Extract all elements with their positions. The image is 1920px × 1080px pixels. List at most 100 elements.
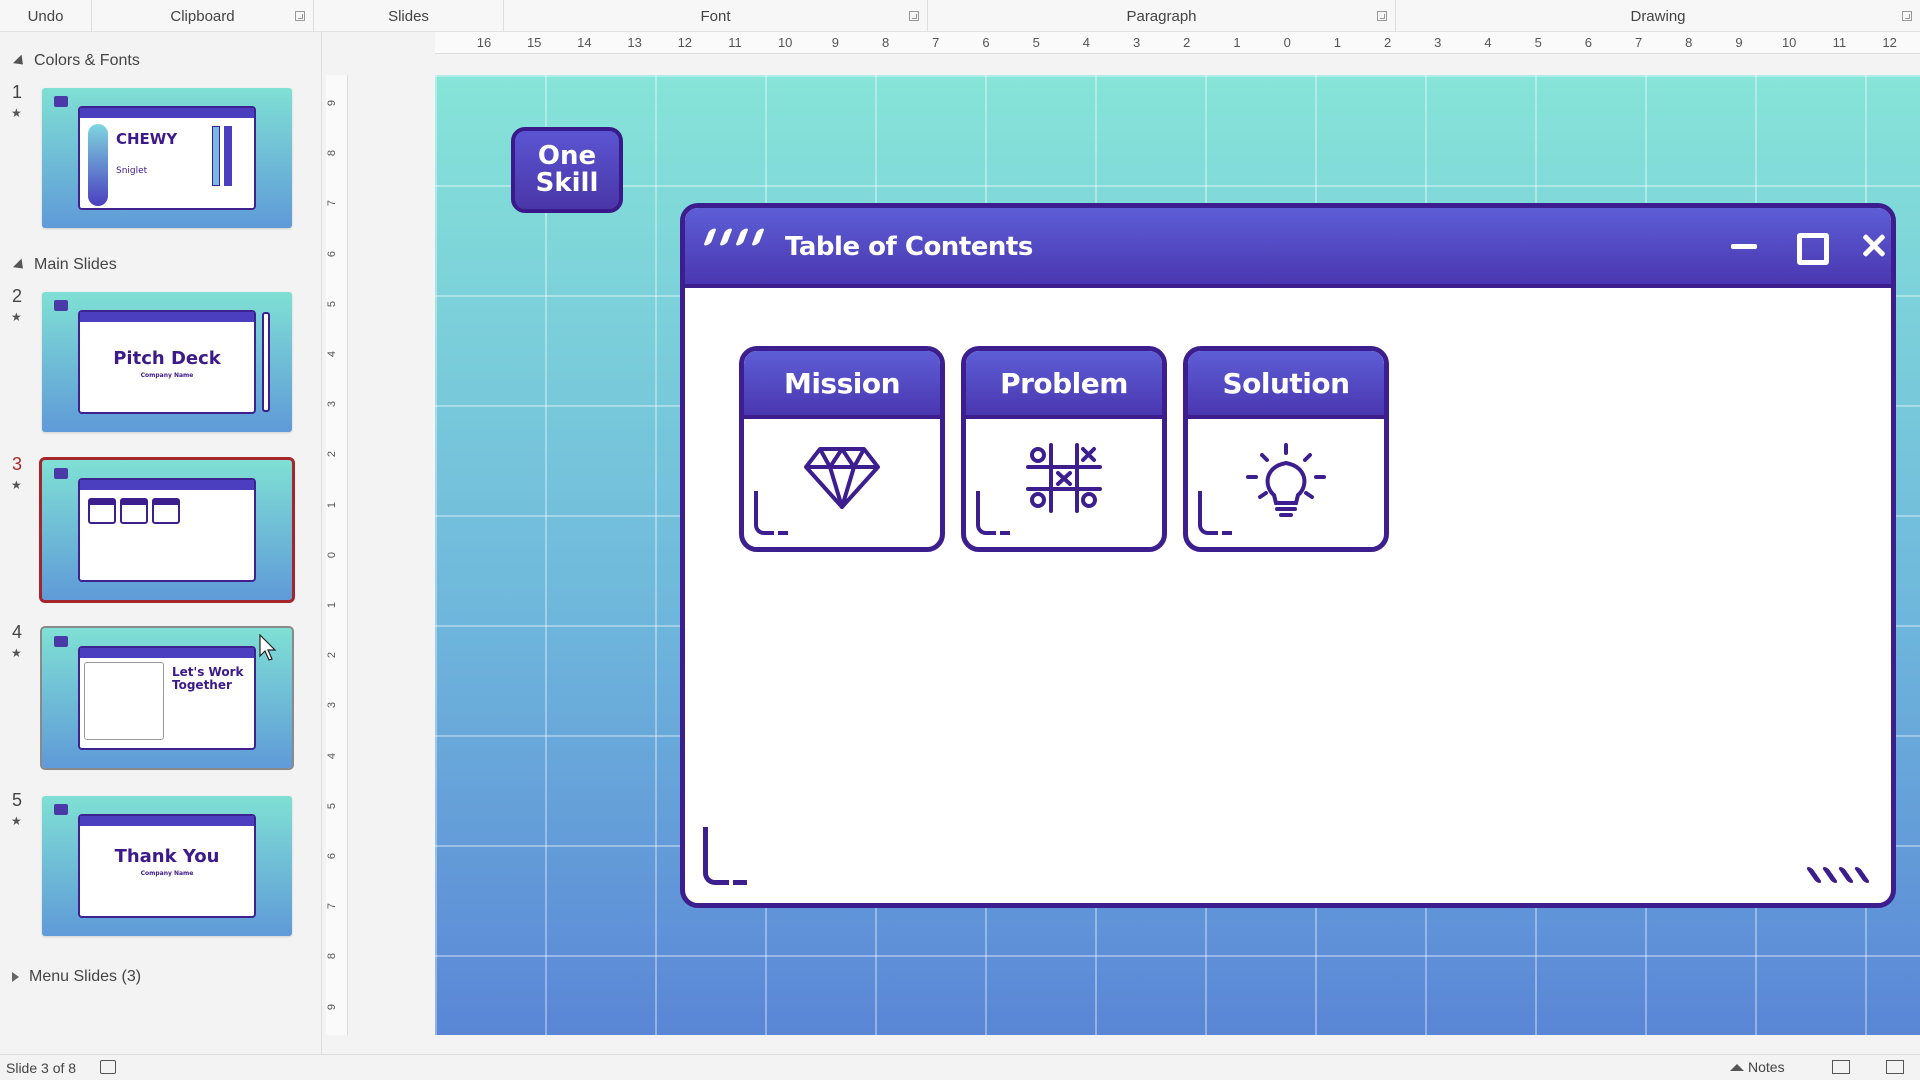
corner-decoration xyxy=(754,491,774,535)
ribbon-group-label: Slides xyxy=(388,7,429,25)
ruler-tick-label: 4 xyxy=(1484,35,1492,50)
ruler-tick-label: 7 xyxy=(326,903,339,910)
ruler-tick-label: 9 xyxy=(831,35,840,50)
toc-card-problem[interactable]: Problem xyxy=(961,346,1167,552)
chevron-up-icon xyxy=(1730,1063,1744,1071)
thumbnail-scrollbar xyxy=(262,312,270,412)
section-header-menu-slides[interactable]: Menu Slides (3) xyxy=(12,968,141,986)
ruler-tick-label: 5 xyxy=(326,300,339,307)
window-titlebar: Table of Contents xyxy=(685,208,1891,288)
slide-thumbnail-3[interactable] xyxy=(39,457,295,603)
thumbnail-subtitle: Company Name xyxy=(140,870,194,877)
section-header-colors-fonts[interactable]: Colors & Fonts xyxy=(12,52,140,70)
ruler-tick-label: 3 xyxy=(1434,35,1442,50)
slide-number: 2 xyxy=(12,286,23,306)
ruler-tick-label: 5 xyxy=(326,802,339,809)
ribbon-group-undo[interactable]: Undo xyxy=(0,0,92,32)
ribbon-group-paragraph[interactable]: Paragraph xyxy=(928,0,1396,32)
accessibility-book-icon[interactable] xyxy=(100,1060,116,1074)
slide-canvas[interactable]: One Skill Table of Contents Mission Prob… xyxy=(435,75,1920,1035)
swatch-bar xyxy=(212,126,220,186)
ribbon-group-label: Clipboard xyxy=(170,7,235,25)
lightbulb-icon xyxy=(1246,443,1326,517)
close-icon[interactable] xyxy=(1855,226,1891,266)
thumbnail-title: Thank You xyxy=(114,846,220,867)
maximize-icon[interactable] xyxy=(1789,226,1829,266)
normal-view-icon[interactable] xyxy=(1832,1060,1850,1074)
window-title: Table of Contents xyxy=(785,232,1033,262)
ruler-tick-label: 9 xyxy=(1735,35,1743,50)
notes-button[interactable]: Notes xyxy=(1730,1059,1785,1075)
window-corner-decoration xyxy=(703,827,729,885)
ribbon-group-labels: Undo Clipboard Slides Font Paragraph Dra… xyxy=(0,0,1920,32)
section-header-main-slides[interactable]: Main Slides xyxy=(12,256,117,274)
minimize-icon[interactable] xyxy=(1723,226,1763,266)
logo-text: One xyxy=(537,141,597,171)
ruler-tick-label: 6 xyxy=(326,852,339,860)
ruler-tick-label: 4 xyxy=(326,752,339,759)
mouse-cursor-icon xyxy=(259,634,277,661)
thumbnail-window: Thank You Company Name xyxy=(78,814,256,918)
slide-thumbnail-1[interactable]: CHEWY Sniglet xyxy=(42,88,292,228)
ruler-tick-label: 2 xyxy=(1183,35,1191,50)
dialog-launcher-icon[interactable] xyxy=(1377,11,1387,21)
logo-text: Skill xyxy=(535,168,599,198)
toc-card-solution[interactable]: Solution xyxy=(1183,346,1389,552)
toc-window[interactable]: Table of Contents Mission Problem Soluti… xyxy=(680,203,1896,908)
ruler-tick-label: 7 xyxy=(1634,35,1643,50)
ruler-tick-label: 8 xyxy=(326,150,339,157)
collapse-triangle-icon[interactable] xyxy=(13,258,28,273)
vertical-ruler[interactable]: 9 8 7 6 5 4 3 2 1 0 1 2 3 4 5 6 7 8 9 xyxy=(326,75,348,1035)
slide-position-text: Slide 3 of 8 xyxy=(6,1060,77,1076)
ruler-tick-label: 15 xyxy=(526,35,542,50)
horizontal-ruler[interactable]: 16 15 14 13 12 11 10 9 8 7 6 5 4 3 2 1 0 1 2 3 4 5 6 7 8 9 10 11 12 xyxy=(435,32,1920,54)
ruler-tick-label: 3 xyxy=(326,401,339,408)
slide-thumbnail-5[interactable]: Thank You Company Name xyxy=(42,796,292,936)
thumbnail-window: Let's Work Together xyxy=(78,646,256,750)
ruler-tick-label: 9 xyxy=(326,1003,339,1010)
dialog-launcher-icon[interactable] xyxy=(295,11,305,21)
dialog-launcher-icon[interactable] xyxy=(909,11,919,21)
thumbnail-subtitle: Sniglet xyxy=(116,166,148,176)
slide-tag-icon xyxy=(54,804,68,815)
logo-badge[interactable]: One Skill xyxy=(511,127,623,213)
ruler-tick-label: 6 xyxy=(982,35,990,50)
expand-triangle-icon[interactable] xyxy=(12,972,19,982)
animation-star-icon: ★ xyxy=(11,310,22,324)
ribbon-group-drawing[interactable]: Drawing xyxy=(1396,0,1920,32)
slide-number: 4 xyxy=(12,622,23,642)
ruler-tick-label: 4 xyxy=(1082,35,1091,50)
corner-decoration xyxy=(976,491,996,535)
ruler-tick-label: 3 xyxy=(326,702,339,709)
corner-decoration xyxy=(1198,491,1218,535)
ribbon-group-slides[interactable]: Slides xyxy=(314,0,504,32)
animation-star-icon: ★ xyxy=(11,814,22,828)
card-title: Problem xyxy=(966,351,1162,419)
ribbon-group-font[interactable]: Font xyxy=(504,0,928,32)
ruler-tick-label: 5 xyxy=(1032,35,1040,50)
ruler-tick-label: 0 xyxy=(1283,35,1291,50)
mini-card xyxy=(120,498,148,524)
ruler-tick-label: 16 xyxy=(476,35,492,50)
animation-star-icon: ★ xyxy=(11,478,22,492)
animation-star-icon: ★ xyxy=(11,106,22,120)
slide-sorter-view-icon[interactable] xyxy=(1886,1060,1904,1074)
section-label: Menu Slides (3) xyxy=(29,968,142,985)
slide-thumbnails-pane[interactable]: Colors & Fonts 1 ★ CHEWY Sniglet Main Sl… xyxy=(0,32,322,1054)
ruler-tick-label: 6 xyxy=(326,250,339,257)
ruler-tick-label: 1 xyxy=(326,501,339,508)
toc-card-mission[interactable]: Mission xyxy=(739,346,945,552)
slide-thumbnail-2[interactable]: Pitch Deck Company Name xyxy=(42,292,292,432)
ribbon-group-clipboard[interactable]: Clipboard xyxy=(92,0,314,32)
ruler-tick-label: 0 xyxy=(326,551,339,558)
ribbon-group-label: Font xyxy=(700,7,731,25)
section-label: Main Slides xyxy=(34,256,117,273)
ruler-tick-label: 2 xyxy=(326,451,339,458)
dialog-launcher-icon[interactable] xyxy=(1902,11,1912,21)
collapse-triangle-icon[interactable] xyxy=(13,54,28,69)
ruler-tick-label: 5 xyxy=(1534,35,1542,50)
ruler-tick-label: 12 xyxy=(677,35,693,50)
slide-thumbnail-4[interactable]: Let's Work Together xyxy=(40,626,294,770)
window-tick-decoration xyxy=(1805,867,1877,887)
ribbon-group-label: Drawing xyxy=(1630,7,1686,25)
